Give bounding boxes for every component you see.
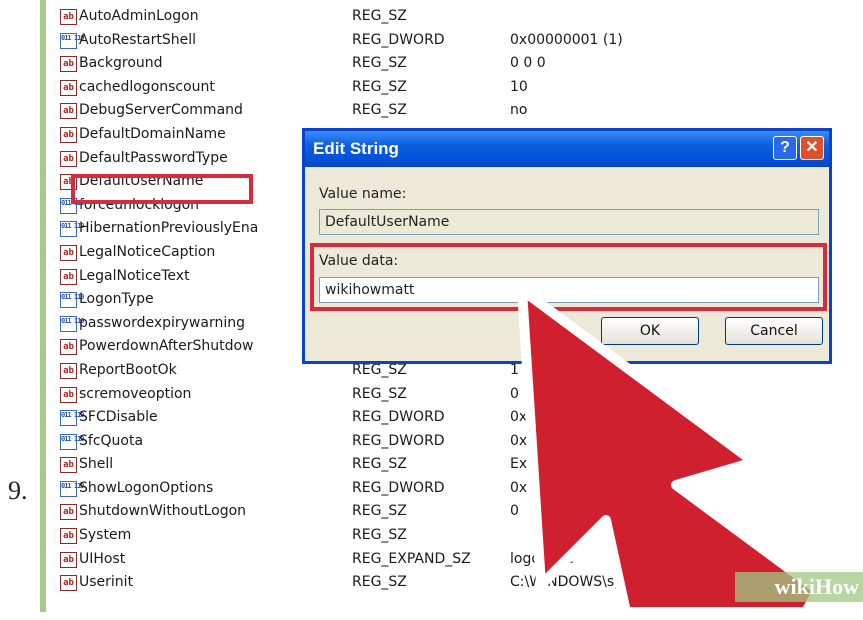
wikihow-watermark: wikiHow [735, 572, 863, 602]
registry-editor-screenshot: ab AutoAdminLogon REG_SZ 011 110 AutoRestart… [40, 0, 863, 612]
pointer-arrow-icon [517, 285, 823, 612]
step-number: 9. [8, 476, 28, 505]
